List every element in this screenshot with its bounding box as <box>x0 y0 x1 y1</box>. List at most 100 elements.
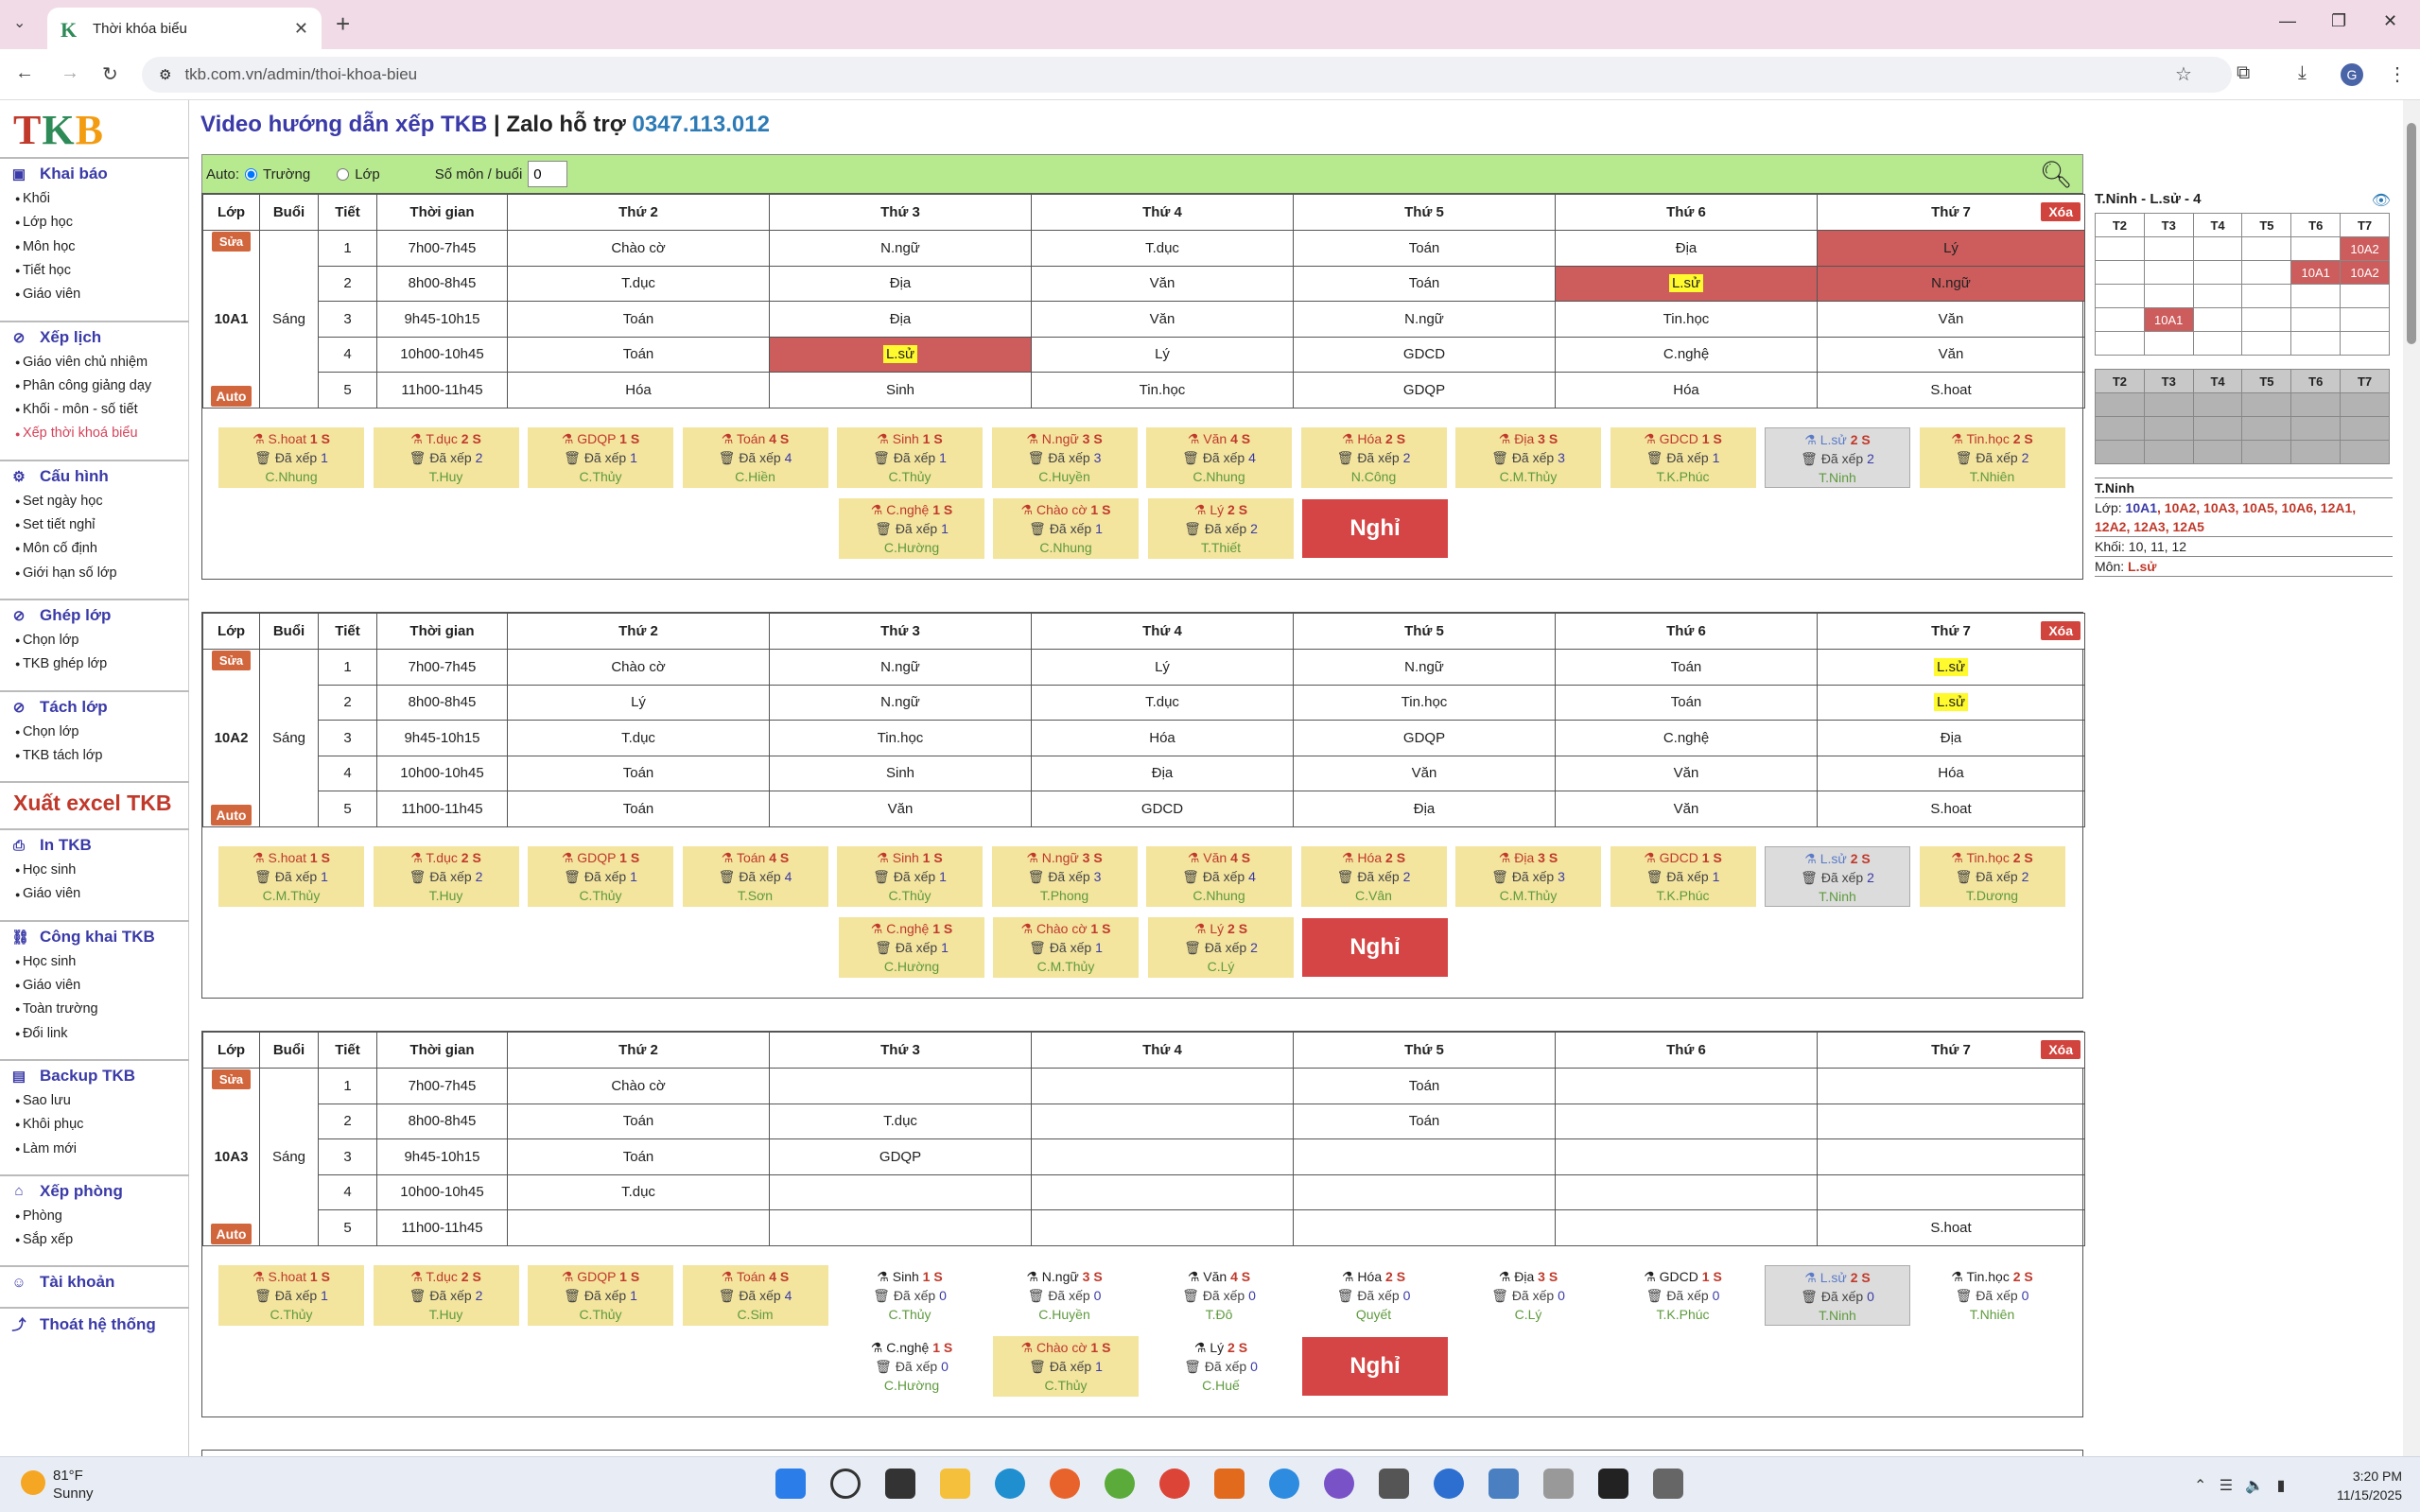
edit-button[interactable]: Sửa <box>211 1069 252 1089</box>
subject-card[interactable]: ⚗ Toán 4 S 🗑︎ Đã xếp 4 C.Sim <box>682 1264 828 1326</box>
sidebar-item[interactable]: Sắp xếp <box>15 1232 73 1247</box>
so-mon-input[interactable] <box>528 161 568 187</box>
app5-icon[interactable] <box>1653 1469 1683 1499</box>
search-icon[interactable]: 🔍︎ <box>2039 159 2073 190</box>
subject-cell[interactable]: GDQP <box>1293 720 1556 756</box>
radio-truong[interactable] <box>245 167 258 181</box>
grid-cell[interactable] <box>2290 440 2342 464</box>
subject-card[interactable]: ⚗ C.nghệ 1 S 🗑︎ Đã xếp 1 C.Hường <box>839 497 984 559</box>
sidebar-item[interactable]: Chọn lớp <box>15 633 79 648</box>
subject-card[interactable]: ⚗ GDCD 1 S 🗑︎ Đã xếp 1 T.K.Phúc <box>1610 845 1756 907</box>
subject-card[interactable]: ⚗ Toán 4 S 🗑︎ Đã xếp 4 C.Hiền <box>682 426 828 488</box>
grid-cell[interactable]: 10A1 <box>2143 307 2194 332</box>
subject-cell[interactable] <box>1293 1209 1556 1246</box>
grid-cell[interactable] <box>2241 236 2292 261</box>
firefox-icon[interactable] <box>1050 1469 1080 1499</box>
sidebar-item[interactable]: Khối - môn - số tiết <box>15 402 138 417</box>
grid-cell[interactable]: 10A2 <box>2340 260 2390 285</box>
subject-cell[interactable]: T.dục <box>1031 230 1294 267</box>
grid-cell[interactable] <box>2340 440 2390 464</box>
new-tab-icon[interactable]: + <box>336 9 350 39</box>
subject-cell[interactable]: GDQP <box>1293 372 1556 408</box>
subject-card[interactable]: ⚗ Sinh 1 S 🗑︎ Đã xếp 1 C.Thủy <box>837 426 983 488</box>
grid-cell[interactable] <box>2192 284 2243 308</box>
viber-icon[interactable] <box>1324 1469 1354 1499</box>
subject-card[interactable]: ⚗ L.sử 2 S 🗑︎ Đã xếp 2 T.Ninh <box>1765 426 1910 488</box>
subject-cell[interactable]: T.dục <box>507 1173 770 1210</box>
subject-card[interactable]: ⚗ N.ngữ 3 S 🗑︎ Đã xếp 3 C.Huyền <box>991 426 1138 488</box>
subject-card[interactable]: ⚗ GDCD 1 S 🗑︎ Đã xếp 1 T.K.Phúc <box>1610 426 1756 488</box>
eye-icon[interactable]: 👁 <box>2372 191 2391 210</box>
subject-cell[interactable] <box>1031 1209 1294 1246</box>
delete-button[interactable]: Xóa <box>2041 202 2081 221</box>
subject-card[interactable]: ⚗ Tin.học 2 S 🗑︎ Đã xếp 2 T.Nhiên <box>1919 426 2065 488</box>
subject-cell[interactable]: Chào cờ <box>507 649 770 686</box>
subject-card[interactable]: ⚗ T.dục 2 S 🗑︎ Đã xếp 2 T.Huy <box>373 845 519 907</box>
sidebar-item[interactable]: Giáo viên <box>15 978 80 993</box>
subject-cell[interactable]: GDCD <box>1031 791 1294 827</box>
lop-active[interactable]: 10A1 <box>2126 500 2157 515</box>
grid-cell[interactable] <box>2241 440 2292 464</box>
sidebar-item[interactable]: Giáo viên <box>15 886 80 901</box>
subject-cell[interactable]: Lý <box>507 684 770 721</box>
grid-cell[interactable] <box>2340 416 2390 441</box>
browser-tab[interactable]: K Thời khóa biểu ✕ <box>47 8 322 49</box>
zalo-icon[interactable] <box>1269 1469 1299 1499</box>
subject-card[interactable]: ⚗ Chào cờ 1 S 🗑︎ Đã xếp 1 C.Thủy <box>993 1335 1139 1397</box>
grid-cell[interactable] <box>2340 284 2390 308</box>
tab-close-icon[interactable]: ✕ <box>294 19 308 39</box>
close-window-icon[interactable]: ✕ <box>2383 11 2397 31</box>
subject-cell[interactable]: Văn <box>1555 791 1818 827</box>
task-view-icon[interactable] <box>885 1469 915 1499</box>
subject-card[interactable]: ⚗ N.ngữ 3 S 🗑︎ Đã xếp 0 C.Huyền <box>992 1265 1138 1326</box>
grid-cell[interactable] <box>2095 260 2145 285</box>
system-tray[interactable]: ⌃ ☰ 🔈 ▮ <box>2194 1476 2285 1495</box>
search-taskbar-icon[interactable] <box>830 1469 861 1499</box>
subject-cell[interactable] <box>769 1209 1032 1246</box>
off-button[interactable]: Nghỉ <box>1302 1336 1448 1396</box>
subject-cell[interactable] <box>1031 1103 1294 1139</box>
subject-cell[interactable]: Lý <box>1817 230 2085 267</box>
subject-cell[interactable]: T.dục <box>769 1103 1032 1139</box>
subject-card[interactable]: ⚗ Chào cờ 1 S 🗑︎ Đã xếp 1 C.M.Thủy <box>993 916 1139 978</box>
subject-cell[interactable]: Sinh <box>769 755 1032 791</box>
subject-card[interactable]: ⚗ Địa 3 S 🗑︎ Đã xếp 0 C.Lý <box>1455 1265 1601 1326</box>
subject-cell[interactable]: Chào cờ <box>507 230 770 267</box>
subject-cell[interactable] <box>1817 1068 2085 1104</box>
sidebar-section-sections2-0[interactable]: ⎙ In TKB <box>11 836 92 855</box>
remote-desktop-icon[interactable] <box>1489 1469 1519 1499</box>
subject-card[interactable]: ⚗ S.hoat 1 S 🗑︎ Đã xếp 1 C.M.Thủy <box>218 845 364 907</box>
site-info-icon[interactable]: ⚙ <box>159 66 171 83</box>
subject-cell[interactable]: Toán <box>507 1138 770 1175</box>
clock[interactable]: 3:20 PM 11/15/2025 <box>2298 1467 2402 1504</box>
subject-cell[interactable] <box>1817 1103 2085 1139</box>
sidebar-item[interactable]: Chọn lớp <box>15 724 79 739</box>
subject-card[interactable]: ⚗ C.nghệ 1 S 🗑︎ Đã xếp 1 C.Hường <box>839 916 984 978</box>
grid-cell[interactable] <box>2095 284 2145 308</box>
subject-cell[interactable]: T.dục <box>507 265 770 302</box>
grid-cell[interactable] <box>2290 331 2342 356</box>
grid-cell[interactable]: 10A1 <box>2290 260 2342 285</box>
subject-cell[interactable]: Sinh <box>769 372 1032 408</box>
sidebar-section-sections-4[interactable]: ⊘ Tách lớp <box>11 698 108 717</box>
grid-cell[interactable] <box>2340 307 2390 332</box>
subject-cell[interactable] <box>1031 1068 1294 1104</box>
subject-cell[interactable]: T.dục <box>507 720 770 756</box>
subject-cell[interactable]: N.ngữ <box>1293 649 1556 686</box>
grid-cell[interactable] <box>2143 440 2194 464</box>
subject-card[interactable]: ⚗ Lý 2 S 🗑︎ Đã xếp 0 C.Huế <box>1148 1336 1294 1397</box>
subject-cell[interactable]: Toán <box>507 1103 770 1139</box>
subject-cell[interactable]: N.ngữ <box>1293 301 1556 338</box>
subject-cell[interactable]: GDCD <box>1293 336 1556 373</box>
extensions-icon[interactable]: ⧉ <box>2237 62 2250 84</box>
subject-cell[interactable]: Văn <box>769 791 1032 827</box>
sidebar-section-sections-3[interactable]: ⊘ Ghép lớp <box>11 606 112 625</box>
subject-cell[interactable]: Toán <box>507 755 770 791</box>
subject-cell[interactable] <box>1293 1173 1556 1210</box>
sidebar-item[interactable]: Phân công giảng dạy <box>15 378 151 393</box>
off-button[interactable]: Nghỉ <box>1302 498 1448 558</box>
back-icon[interactable]: ← <box>15 62 34 84</box>
sidebar-item[interactable]: Phòng <box>15 1208 62 1224</box>
subject-card[interactable]: ⚗ GDQP 1 S 🗑︎ Đã xếp 1 C.Thủy <box>528 845 673 907</box>
subject-card[interactable]: ⚗ Tin.học 2 S 🗑︎ Đã xếp 2 T.Dương <box>1919 845 2065 907</box>
